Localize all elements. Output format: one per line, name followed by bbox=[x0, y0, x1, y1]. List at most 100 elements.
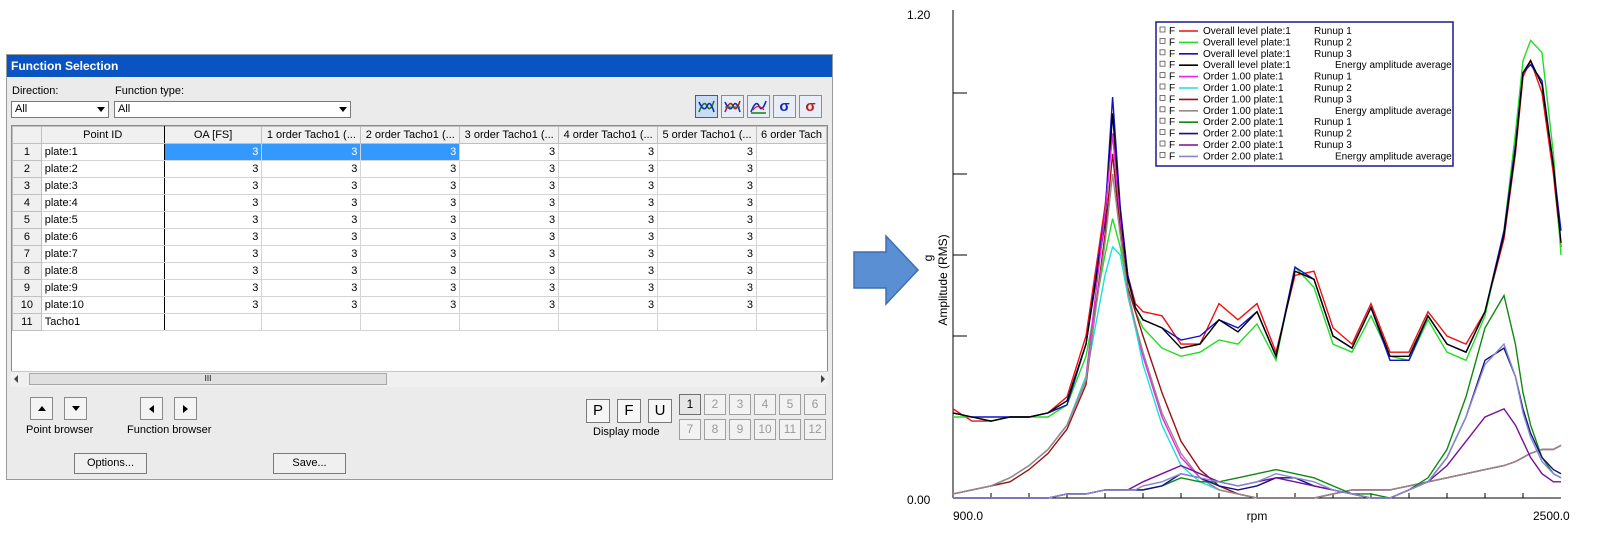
value-cell[interactable]: 3 bbox=[360, 160, 461, 178]
value-cell[interactable]: 3 bbox=[459, 262, 560, 280]
value-cell[interactable]: 3 bbox=[558, 296, 659, 314]
value-cell[interactable]: 3 bbox=[459, 160, 560, 178]
value-cell[interactable]: 3 bbox=[261, 296, 362, 314]
row-number[interactable]: 1 bbox=[12, 143, 42, 161]
value-cell[interactable]: 3 bbox=[360, 228, 461, 246]
value-cell[interactable]: 3 bbox=[261, 228, 362, 246]
value-cell[interactable]: 3 bbox=[163, 296, 263, 314]
point-id-cell[interactable]: plate:10 bbox=[40, 296, 165, 314]
point-id-cell[interactable]: plate:1 bbox=[40, 143, 165, 161]
value-cell[interactable]: 3 bbox=[558, 279, 659, 297]
point-id-cell[interactable]: plate:9 bbox=[40, 279, 165, 297]
table-row[interactable]: 8 plate:8 3 3 3 3 3 3 bbox=[12, 262, 827, 280]
mode-p-button[interactable]: P bbox=[586, 399, 610, 423]
value-cell[interactable]: 3 bbox=[360, 245, 461, 263]
table-row[interactable]: 9 plate:9 3 3 3 3 3 3 bbox=[12, 279, 827, 297]
point-id-cell[interactable]: Tacho1 bbox=[40, 313, 165, 331]
legend-checkbox[interactable] bbox=[1159, 26, 1166, 33]
value-cell[interactable]: 3 bbox=[558, 228, 659, 246]
display-number-button[interactable]: 5 bbox=[779, 394, 801, 415]
row-number[interactable]: 9 bbox=[12, 279, 42, 297]
value-cell[interactable] bbox=[558, 313, 659, 331]
value-cell[interactable]: 3 bbox=[261, 211, 362, 229]
value-cell[interactable]: 3 bbox=[558, 160, 659, 178]
mode-u-button[interactable]: U bbox=[648, 399, 672, 423]
value-cell[interactable]: 3 bbox=[261, 194, 362, 212]
point-id-cell[interactable]: plate:8 bbox=[40, 262, 165, 280]
value-cell[interactable]: 3 bbox=[558, 143, 659, 161]
mode-f-button[interactable]: F bbox=[617, 399, 641, 423]
value-cell[interactable]: 3 bbox=[360, 279, 461, 297]
value-cell[interactable]: 3 bbox=[459, 194, 560, 212]
row-number[interactable]: 5 bbox=[12, 211, 42, 229]
value-cell[interactable]: 3 bbox=[657, 160, 757, 178]
function-next-button[interactable] bbox=[174, 397, 197, 420]
value-cell[interactable]: 3 bbox=[459, 211, 560, 229]
scroll-thumb[interactable]: III bbox=[29, 373, 387, 385]
value-cell[interactable]: 3 bbox=[163, 279, 263, 297]
value-cell[interactable]: 3 bbox=[657, 194, 757, 212]
table-row[interactable]: 4 plate:4 3 3 3 3 3 3 bbox=[12, 194, 827, 212]
value-cell[interactable] bbox=[163, 313, 263, 331]
value-cell[interactable] bbox=[756, 211, 827, 229]
row-number[interactable]: 10 bbox=[12, 296, 42, 314]
value-cell[interactable]: 3 bbox=[261, 160, 362, 178]
display-number-button[interactable]: 7 bbox=[679, 419, 701, 440]
value-cell[interactable]: 3 bbox=[360, 262, 461, 280]
value-cell[interactable]: 3 bbox=[261, 143, 362, 161]
direction-dropdown[interactable]: All bbox=[11, 101, 109, 118]
point-up-button[interactable] bbox=[30, 397, 53, 420]
row-number[interactable]: 11 bbox=[12, 313, 42, 331]
legend-checkbox[interactable] bbox=[1159, 140, 1166, 147]
table-row[interactable]: 3 plate:3 3 3 3 3 3 3 bbox=[12, 177, 827, 195]
column-header[interactable]: 5 order Tacho1 (... bbox=[657, 126, 757, 144]
display-number-button[interactable]: 2 bbox=[704, 394, 726, 415]
display-number-button[interactable]: 6 bbox=[804, 394, 826, 415]
column-header[interactable]: 3 order Tacho1 (... bbox=[459, 126, 560, 144]
value-cell[interactable]: 3 bbox=[558, 245, 659, 263]
value-cell[interactable]: 3 bbox=[657, 143, 757, 161]
legend-checkbox[interactable] bbox=[1159, 72, 1166, 78]
value-cell[interactable]: 3 bbox=[360, 211, 461, 229]
value-cell[interactable] bbox=[756, 313, 827, 331]
value-cell[interactable]: 3 bbox=[261, 245, 362, 263]
value-cell[interactable] bbox=[657, 313, 757, 331]
legend-checkbox[interactable] bbox=[1159, 60, 1166, 67]
point-id-cell[interactable]: plate:5 bbox=[40, 211, 165, 229]
value-cell[interactable]: 3 bbox=[657, 262, 757, 280]
table-row[interactable]: 11 Tacho1 bbox=[12, 313, 827, 331]
scroll-left-icon[interactable] bbox=[14, 375, 18, 383]
table-row[interactable]: 5 plate:5 3 3 3 3 3 3 bbox=[12, 211, 827, 229]
legend-checkbox[interactable] bbox=[1159, 95, 1166, 101]
column-header[interactable]: Point ID bbox=[40, 126, 165, 144]
value-cell[interactable]: 3 bbox=[360, 177, 461, 195]
overlay-curves-button[interactable] bbox=[695, 95, 718, 118]
value-cell[interactable]: 3 bbox=[163, 211, 263, 229]
value-cell[interactable]: 3 bbox=[163, 245, 263, 263]
column-header[interactable]: 2 order Tacho1 (... bbox=[360, 126, 461, 144]
value-cell[interactable]: 3 bbox=[657, 177, 757, 195]
row-number[interactable]: 3 bbox=[12, 177, 42, 195]
display-number-button[interactable]: 9 bbox=[729, 419, 751, 440]
value-cell[interactable]: 3 bbox=[261, 262, 362, 280]
row-number[interactable]: 7 bbox=[12, 245, 42, 263]
table-row[interactable]: 6 plate:6 3 3 3 3 3 3 bbox=[12, 228, 827, 246]
point-id-cell[interactable]: plate:4 bbox=[40, 194, 165, 212]
column-header[interactable]: 6 order Tach bbox=[756, 126, 827, 144]
legend-checkbox[interactable] bbox=[1159, 83, 1166, 90]
table-row[interactable]: 7 plate:7 3 3 3 3 3 3 bbox=[12, 245, 827, 263]
value-cell[interactable] bbox=[756, 228, 827, 246]
value-cell[interactable]: 3 bbox=[360, 143, 461, 161]
column-header[interactable]: OA [FS] bbox=[163, 126, 263, 144]
value-cell[interactable]: 3 bbox=[261, 279, 362, 297]
display-number-button[interactable]: 11 bbox=[779, 419, 801, 440]
value-cell[interactable] bbox=[756, 262, 827, 280]
display-number-button[interactable]: 10 bbox=[754, 419, 776, 440]
value-cell[interactable]: 3 bbox=[459, 279, 560, 297]
value-cell[interactable] bbox=[756, 194, 827, 212]
column-header[interactable] bbox=[12, 126, 42, 144]
value-cell[interactable]: 3 bbox=[459, 177, 560, 195]
function-prev-button[interactable] bbox=[140, 397, 163, 420]
value-cell[interactable]: 3 bbox=[657, 296, 757, 314]
display-number-button[interactable]: 1 bbox=[679, 394, 701, 415]
